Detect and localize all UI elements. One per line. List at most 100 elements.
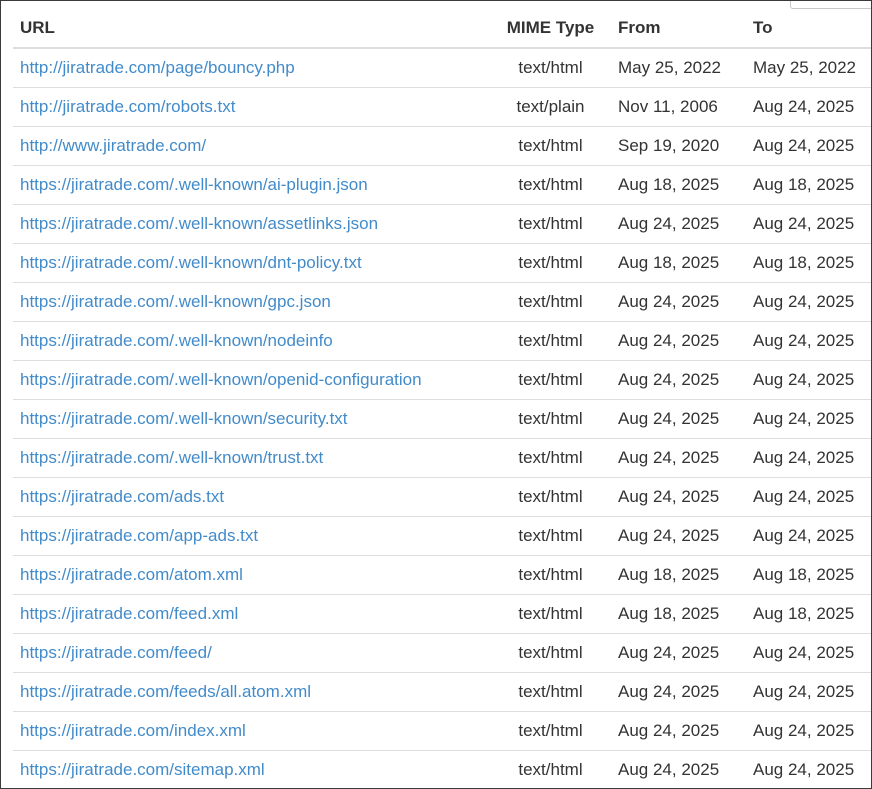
table-body: http://jiratrade.com/page/bouncy.php text… (13, 48, 871, 789)
to-date-cell: Aug 24, 2025 (746, 438, 871, 478)
url-link[interactable]: https://jiratrade.com/.well-known/nodein… (20, 331, 333, 350)
to-date-cell: Aug 24, 2025 (746, 204, 871, 244)
url-cell: https://jiratrade.com/atom.xml (13, 555, 490, 595)
url-cell: https://jiratrade.com/ads.txt (13, 477, 490, 517)
from-date-cell: Aug 24, 2025 (611, 282, 746, 322)
table-row: https://jiratrade.com/feed.xml text/html A… (13, 594, 871, 634)
url-link[interactable]: https://jiratrade.com/feeds/all.atom.xml (20, 682, 311, 701)
mime-type-cell: text/html (518, 760, 583, 779)
from-date-cell: Aug 24, 2025 (611, 672, 746, 712)
url-link[interactable]: https://jiratrade.com/.well-known/dnt-po… (20, 253, 362, 272)
url-link[interactable]: https://jiratrade.com/feed/ (20, 643, 212, 662)
url-link[interactable]: https://jiratrade.com/feed.xml (20, 604, 238, 623)
url-link[interactable]: https://jiratrade.com/.well-known/gpc.js… (20, 292, 331, 311)
url-cell: https://jiratrade.com/.well-known/ai-plu… (13, 165, 490, 205)
url-cell: https://jiratrade.com/feed/ (13, 633, 490, 673)
column-header-to[interactable]: To (746, 9, 871, 49)
mime-type-cell: text/html (490, 633, 611, 673)
mime-type-cell: text/html (490, 360, 611, 400)
from-date-cell: Aug 24, 2025 (618, 760, 720, 779)
url-cell: http://jiratrade.com/robots.txt (13, 87, 490, 127)
from-date-cell: Aug 18, 2025 (611, 555, 746, 595)
column-header-from[interactable]: From (611, 9, 746, 49)
table-row: https://jiratrade.com/.well-known/nodein… (13, 321, 871, 361)
url-link[interactable]: https://jiratrade.com/index.xml (20, 721, 246, 740)
to-date-cell: Aug 24, 2025 (746, 711, 871, 751)
from-date-cell: Aug 24, 2025 (611, 477, 746, 517)
to-date-cell: Aug 24, 2025 (746, 516, 871, 556)
mime-type-cell: text/html (490, 672, 611, 712)
table-header-row: URL MIME Type From To (13, 9, 871, 49)
url-link[interactable]: https://jiratrade.com/atom.xml (20, 565, 243, 584)
results-panel: URL MIME Type From To http://jiratrade.c… (0, 0, 872, 789)
url-cell: https://jiratrade.com/.well-known/nodein… (13, 321, 490, 361)
mime-type-cell: text/html (490, 165, 611, 205)
from-date-cell: Aug 18, 2025 (611, 594, 746, 634)
url-link[interactable]: https://jiratrade.com/ads.txt (20, 487, 224, 506)
to-date-cell: Aug 24, 2025 (746, 399, 871, 439)
from-date-cell: Aug 24, 2025 (611, 633, 746, 673)
mime-type-cell: text/html (490, 438, 611, 478)
url-cell: http://jiratrade.com/page/bouncy.php (13, 48, 490, 88)
column-header-mime-type[interactable]: MIME Type (490, 9, 611, 49)
table-row: https://jiratrade.com/sitemap.xml text/ht… (13, 751, 871, 789)
url-cell: https://jiratrade.com/.well-known/trust.… (13, 438, 490, 478)
panel-corner-tab (790, 1, 871, 9)
table-row: https://jiratrade.com/.well-known/gpc.js… (13, 282, 871, 322)
mime-type-cell: text/html (490, 555, 611, 595)
mime-type-cell: text/html (490, 594, 611, 634)
mime-type-cell: text/html (490, 321, 611, 361)
from-date-cell: Aug 24, 2025 (611, 711, 746, 751)
table-row: https://jiratrade.com/feeds/all.atom.xml… (13, 672, 871, 712)
url-cell: https://jiratrade.com/.well-known/dnt-po… (13, 243, 490, 283)
url-link[interactable]: https://jiratrade.com/.well-known/ai-plu… (20, 175, 368, 194)
url-link[interactable]: https://jiratrade.com/app-ads.txt (20, 526, 258, 545)
url-cell: https://jiratrade.com/feed.xml (13, 594, 490, 634)
table-row: http://www.jiratrade.com/text/html Sep 19… (13, 126, 871, 166)
url-cell: https://jiratrade.com/sitemap.xml (13, 751, 490, 789)
to-date-cell: Aug 24, 2025 (746, 360, 871, 400)
url-cell: https://jiratrade.com/.well-known/gpc.js… (13, 282, 490, 322)
table-row: https://jiratrade.com/feed/text/html Aug … (13, 633, 871, 673)
table-row: http://jiratrade.com/robots.txt text/plai… (13, 87, 871, 127)
mime-type-cell: text/html (490, 243, 611, 283)
url-link[interactable]: https://jiratrade.com/.well-known/trust.… (20, 448, 323, 467)
url-link[interactable]: http://jiratrade.com/robots.txt (20, 97, 235, 116)
column-header-url[interactable]: URL (13, 9, 490, 49)
to-date-cell: Aug 24, 2025 (746, 477, 871, 517)
from-date-cell: Aug 24, 2025 (611, 204, 746, 244)
table-row: https://jiratrade.com/atom.xml text/html A… (13, 555, 871, 595)
url-link[interactable]: https://jiratrade.com/.well-known/assetl… (20, 214, 378, 233)
to-date-cell: Aug 18, 2025 (746, 165, 871, 205)
from-date-cell: Nov 11, 2006 (611, 87, 746, 127)
to-date-cell: Aug 24, 2025 (746, 672, 871, 712)
from-date-cell: May 25, 2022 (611, 48, 746, 88)
url-cell: https://jiratrade.com/.well-known/assetl… (13, 204, 490, 244)
url-cell: https://jiratrade.com/app-ads.txt (13, 516, 490, 556)
from-date-cell: Aug 18, 2025 (611, 165, 746, 205)
table-row: https://jiratrade.com/.well-known/openid… (13, 360, 871, 400)
url-link[interactable]: https://jiratrade.com/sitemap.xml (20, 760, 265, 779)
from-date-cell: Aug 24, 2025 (611, 321, 746, 361)
to-date-cell: Aug 18, 2025 (746, 555, 871, 595)
to-date-cell: Aug 24, 2025 (746, 87, 871, 127)
table-row: https://jiratrade.com/app-ads.txt text/ht… (13, 516, 871, 556)
url-link[interactable]: http://jiratrade.com/page/bouncy.php (20, 58, 295, 77)
table-row: https://jiratrade.com/.well-known/ai-plu… (13, 165, 871, 205)
to-date-cell: Aug 18, 2025 (746, 594, 871, 634)
to-date-cell: Aug 18, 2025 (746, 243, 871, 283)
table-row: https://jiratrade.com/ads.txt text/html Au… (13, 477, 871, 517)
url-link[interactable]: https://jiratrade.com/.well-known/openid… (20, 370, 422, 389)
to-date-cell: Aug 24, 2025 (746, 321, 871, 361)
table-row: http://jiratrade.com/page/bouncy.php text… (13, 48, 871, 88)
mime-type-cell: text/html (490, 711, 611, 751)
mime-type-cell: text/html (490, 477, 611, 517)
from-date-cell: Aug 24, 2025 (611, 399, 746, 439)
url-link[interactable]: http://www.jiratrade.com/ (20, 136, 206, 155)
url-cell: https://jiratrade.com/.well-known/openid… (13, 360, 490, 400)
mime-type-cell: text/html (490, 204, 611, 244)
url-link[interactable]: https://jiratrade.com/.well-known/securi… (20, 409, 348, 428)
mime-type-cell: text/plain (490, 87, 611, 127)
url-cell: https://jiratrade.com/feeds/all.atom.xml (13, 672, 490, 712)
to-date-cell: Aug 24, 2025 (746, 282, 871, 322)
